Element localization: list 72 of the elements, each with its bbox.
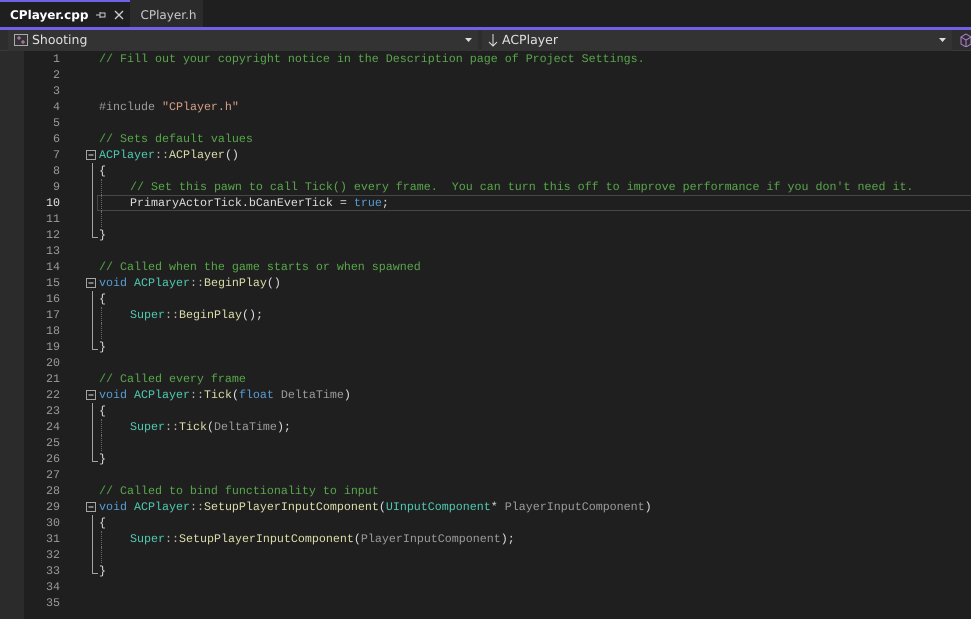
line-number: 20 bbox=[45, 355, 60, 371]
line-number: 22 bbox=[45, 387, 60, 403]
code-line: } bbox=[99, 228, 106, 242]
line-number: 16 bbox=[45, 291, 60, 307]
line-number: 23 bbox=[45, 403, 60, 419]
down-arrow-icon bbox=[488, 34, 498, 46]
line-number: 34 bbox=[45, 579, 60, 595]
code-line: // Called every frame bbox=[99, 372, 246, 386]
line-number: 19 bbox=[45, 339, 60, 355]
line-number: 13 bbox=[45, 243, 60, 259]
code-line: } bbox=[99, 340, 106, 354]
line-number: 18 bbox=[45, 323, 60, 339]
line-number: 25 bbox=[45, 435, 60, 451]
line-number: 8 bbox=[52, 163, 60, 179]
line-number: 7 bbox=[52, 147, 60, 163]
collapse-icon[interactable] bbox=[86, 502, 96, 512]
line-number: 29 bbox=[45, 499, 60, 515]
line-number: 10 bbox=[45, 195, 60, 211]
line-number: 33 bbox=[45, 563, 60, 579]
line-number: 12 bbox=[45, 227, 60, 243]
line-number: 1 bbox=[52, 51, 60, 67]
line-number: 32 bbox=[45, 547, 60, 563]
collapse-icon[interactable] bbox=[86, 278, 96, 288]
line-number: 9 bbox=[52, 179, 60, 195]
code-line: Super::BeginPlay(); bbox=[130, 308, 263, 322]
pin-icon[interactable] bbox=[96, 10, 106, 18]
code-line: // Called when the game starts or when spawned bbox=[99, 260, 421, 274]
line-number: 2 bbox=[52, 67, 60, 83]
code-line: { bbox=[99, 404, 106, 418]
line-number: 6 bbox=[52, 131, 60, 147]
code-line: // Sets default values bbox=[99, 132, 253, 146]
line-number: 11 bbox=[45, 211, 60, 227]
line-number: 30 bbox=[45, 515, 60, 531]
code-line: { bbox=[99, 516, 106, 530]
code-line: } bbox=[99, 564, 106, 578]
line-number: 15 bbox=[45, 275, 60, 291]
file-tab[interactable]: CPlayer.h bbox=[130, 0, 203, 27]
line-number: 21 bbox=[45, 371, 60, 387]
code-line: PrimaryActorTick.bCanEverTick = true; bbox=[130, 196, 389, 210]
caret-icon bbox=[465, 38, 472, 42]
line-number: 27 bbox=[45, 467, 60, 483]
code-line: void ACPlayer::BeginPlay() bbox=[99, 276, 281, 290]
caret-icon bbox=[939, 38, 946, 42]
code-line: // Called to bind functionality to input bbox=[99, 484, 379, 498]
code-line: // Fill out your copyright notice in the Description page of Project Settings. bbox=[99, 52, 645, 66]
code-line: { bbox=[99, 164, 106, 178]
line-number: 31 bbox=[45, 531, 60, 547]
project-icon bbox=[14, 34, 28, 46]
dropdown[interactable]: ACPlayer bbox=[482, 30, 952, 50]
code-line: { bbox=[99, 292, 106, 306]
code-line: Super::Tick(DeltaTime); bbox=[130, 420, 291, 434]
code-line: ACPlayer::ACPlayer() bbox=[99, 148, 239, 162]
code-line: void ACPlayer::SetupPlayerInputComponent(UInputComponent* PlayerInputComponent) bbox=[99, 500, 652, 514]
code-line: void ACPlayer::Tick(float DeltaTime) bbox=[99, 388, 351, 402]
line-number: 4 bbox=[52, 99, 60, 115]
line-number: 5 bbox=[52, 115, 60, 131]
collapse-icon[interactable] bbox=[86, 390, 96, 400]
line-number: 26 bbox=[45, 451, 60, 467]
line-number: 17 bbox=[45, 307, 60, 323]
code-line: // Set this pawn to call Tick() every frame. You can turn this off to improve performance if you don't need it. bbox=[130, 180, 914, 194]
cube-icon[interactable] bbox=[960, 33, 971, 47]
line-number: 28 bbox=[45, 483, 60, 499]
line-number: 35 bbox=[45, 595, 60, 611]
code-line: Super::SetupPlayerInputComponent(PlayerInputComponent); bbox=[130, 532, 515, 546]
code-line: #include "CPlayer.h" bbox=[99, 100, 239, 114]
close-icon[interactable] bbox=[114, 10, 124, 20]
line-number: 24 bbox=[45, 419, 60, 435]
code-line: } bbox=[99, 452, 106, 466]
line-number: 14 bbox=[45, 259, 60, 275]
collapse-icon[interactable] bbox=[86, 150, 96, 160]
line-number: 3 bbox=[52, 83, 60, 99]
dropdown[interactable]: Shooting bbox=[8, 30, 478, 50]
